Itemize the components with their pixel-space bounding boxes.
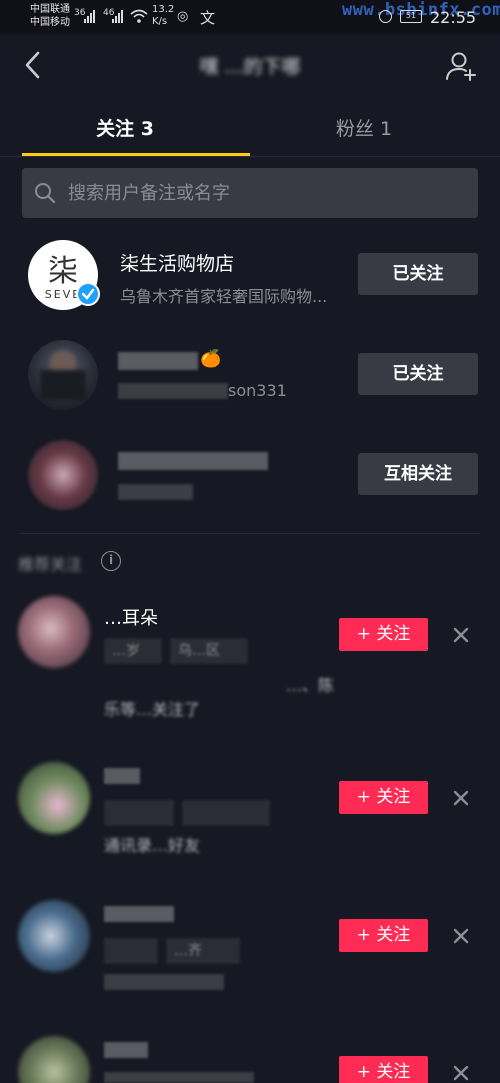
clock: 22:55 xyxy=(430,8,477,27)
blurred-name xyxy=(118,452,268,470)
blurred-desc xyxy=(118,383,228,399)
user-desc: son331 xyxy=(228,381,287,400)
tab-fans[interactable]: 粉丝 1 xyxy=(244,114,484,141)
user-tag: 乌…区 xyxy=(170,638,248,664)
section-divider xyxy=(20,533,480,534)
blurred-name xyxy=(104,906,174,922)
avatar[interactable] xyxy=(28,340,98,410)
avatar[interactable] xyxy=(28,440,98,510)
search-input[interactable] xyxy=(68,168,468,218)
carrier-1: 中国联通 xyxy=(30,4,70,15)
page-title: 嘿 …的下哪 xyxy=(199,56,301,78)
alarm-icon xyxy=(379,10,392,23)
close-icon[interactable] xyxy=(450,624,472,646)
blurred-tags xyxy=(104,1072,254,1083)
user-desc: …、陈 乐等…关注了 xyxy=(104,676,334,719)
mutual-follow-button[interactable]: 互相关注 xyxy=(358,453,478,495)
blurred-desc xyxy=(118,484,193,500)
user-tag xyxy=(104,800,174,826)
orange-emoji-icon: 🍊 xyxy=(200,349,222,369)
info-icon[interactable]: i xyxy=(101,551,121,571)
close-icon[interactable] xyxy=(450,1062,472,1083)
battery-icon: 51 xyxy=(400,10,422,23)
tab-divider xyxy=(0,156,500,157)
user-desc: 通讯录…好友 xyxy=(104,836,201,855)
carrier-labels: 中国联通 中国移动 xyxy=(30,3,70,29)
close-icon[interactable] xyxy=(450,925,472,947)
add-friend-icon[interactable] xyxy=(444,50,478,82)
avatar[interactable] xyxy=(18,900,90,972)
user-tag: …岁 xyxy=(104,638,162,664)
user-tag xyxy=(104,938,158,964)
status-bar: 中国联通 中国移动 36 46 13.2 K/s ◎ 文 www.bsbinfx… xyxy=(0,0,500,34)
avatar[interactable] xyxy=(18,762,90,834)
translate-icon: 文 xyxy=(200,9,216,27)
follow-button[interactable]: + 关注 xyxy=(339,919,428,952)
close-icon[interactable] xyxy=(450,787,472,809)
follow-button[interactable]: + 关注 xyxy=(339,781,428,814)
user-tag xyxy=(182,800,270,826)
following-button[interactable]: 已关注 xyxy=(358,353,478,395)
verified-badge-icon xyxy=(76,282,100,306)
wechat-icon: ◎ xyxy=(177,9,189,24)
following-button[interactable]: 已关注 xyxy=(358,253,478,295)
wifi-icon xyxy=(130,9,148,23)
follow-button[interactable]: + 关注 xyxy=(339,1056,428,1083)
user-tag: …齐 xyxy=(166,938,240,964)
recommend-label: 推荐关注 xyxy=(18,555,83,574)
user-name[interactable]: 柒生活购物店 xyxy=(120,249,234,276)
signal-icon-2 xyxy=(112,9,123,23)
net-speed: 13.2 K/s xyxy=(152,4,175,27)
avatar[interactable] xyxy=(18,1036,90,1083)
tab-following[interactable]: 关注 3 xyxy=(0,114,250,141)
search-box[interactable] xyxy=(22,168,478,218)
search-icon xyxy=(35,183,56,204)
avatar[interactable] xyxy=(18,596,90,668)
follow-button[interactable]: + 关注 xyxy=(339,618,428,651)
blurred-name xyxy=(104,768,140,784)
user-desc: 乌鲁木齐首家轻奢国际购物... xyxy=(120,287,328,306)
blurred-name xyxy=(104,1042,148,1058)
user-name[interactable]: …耳朵 xyxy=(104,604,158,630)
blurred-desc xyxy=(104,974,224,990)
blurred-name xyxy=(118,352,198,370)
carrier-2: 中国移动 xyxy=(30,17,70,28)
signal-icon xyxy=(84,9,95,23)
back-chevron-icon[interactable] xyxy=(20,48,48,82)
